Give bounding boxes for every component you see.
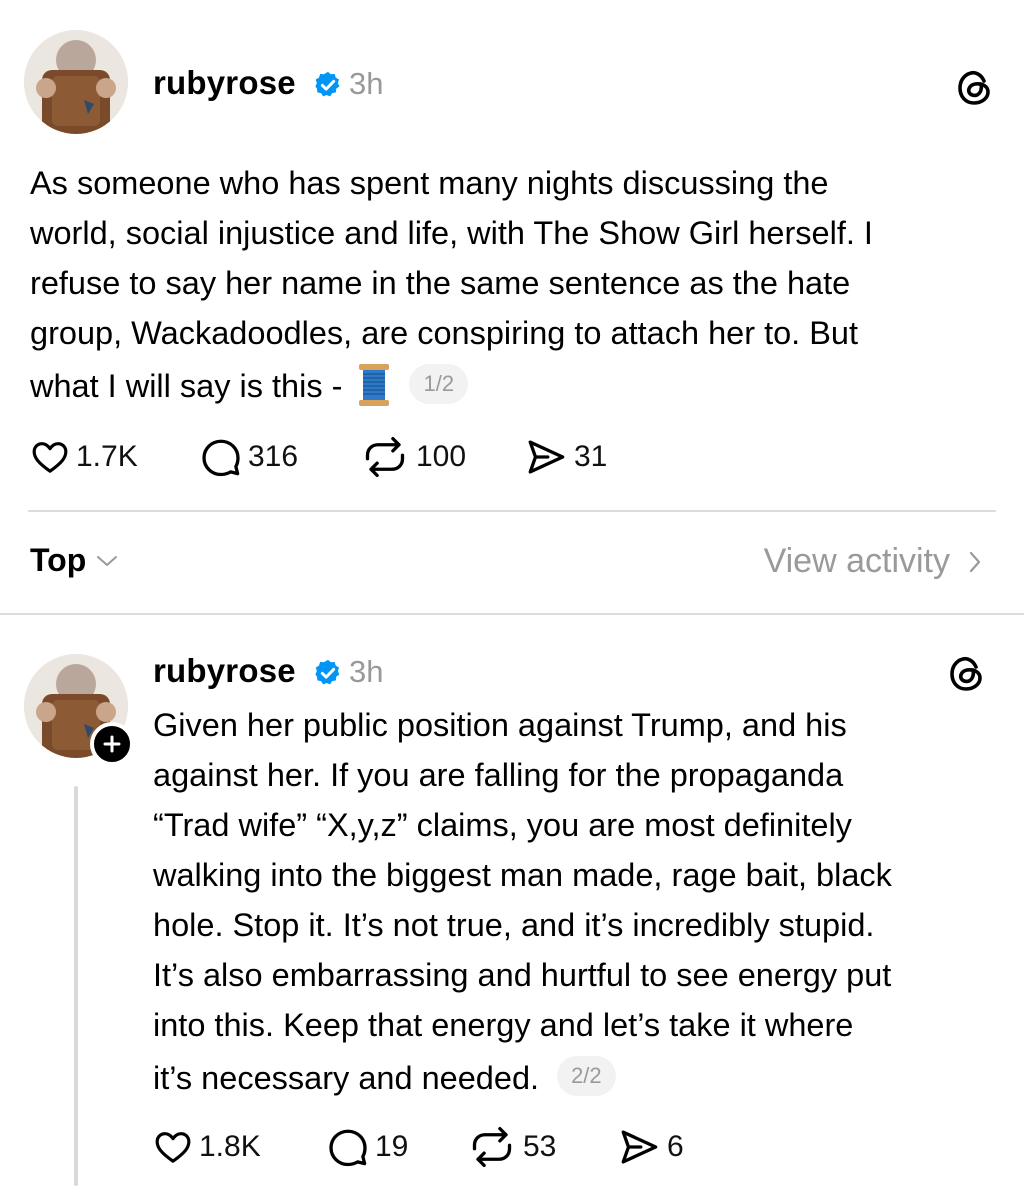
username[interactable]: rubyrose	[153, 652, 296, 690]
like-count: 1.8K	[199, 1130, 261, 1163]
repost-count: 53	[523, 1130, 557, 1163]
verified-badge-icon	[315, 659, 340, 685]
thread-connector-line	[74, 786, 78, 1186]
post-time: 3h	[349, 654, 384, 689]
share-count: 6	[667, 1130, 684, 1163]
post-line: walking into the biggest man made, rage …	[153, 857, 892, 893]
post-actions: 1.8K 19 53 6	[153, 1122, 853, 1172]
post-2: rubyrose 3h Given her public position ag…	[0, 0, 1024, 1200]
reply-bubble-icon	[329, 1129, 367, 1167]
post-line: it’s necessary and needed.	[153, 1060, 540, 1096]
plus-icon	[103, 735, 121, 753]
repost-button[interactable]: 53	[467, 1122, 556, 1172]
like-button[interactable]: 1.8K	[153, 1122, 261, 1172]
heart-icon	[155, 1132, 191, 1163]
repost-icon	[472, 1126, 512, 1168]
post-line: into this. Keep that energy and let’s ta…	[153, 1007, 854, 1043]
post-line: hole. Stop it. It’s not true, and it’s i…	[153, 907, 875, 943]
reply-button[interactable]: 19	[327, 1122, 408, 1172]
threads-logo-icon[interactable]	[945, 652, 989, 696]
post-body: Given her public position against Trump,…	[153, 700, 892, 1106]
reply-count: 19	[375, 1130, 409, 1163]
share-button[interactable]: 6	[617, 1122, 684, 1172]
post-line: It’s also embarrassing and hurtful to se…	[153, 957, 892, 993]
post-line: Given her public position against Trump,…	[153, 707, 847, 743]
post-line: against her. If you are falling for the …	[153, 757, 844, 793]
send-icon	[621, 1130, 658, 1164]
thread-page-badge: 2/2	[557, 1056, 616, 1097]
follow-button[interactable]	[90, 722, 134, 766]
post-line: “Trad wife” “X,y,z” claims, you are most…	[153, 807, 852, 843]
post-last-line: it’s necessary and needed. 2/2	[153, 1050, 892, 1106]
